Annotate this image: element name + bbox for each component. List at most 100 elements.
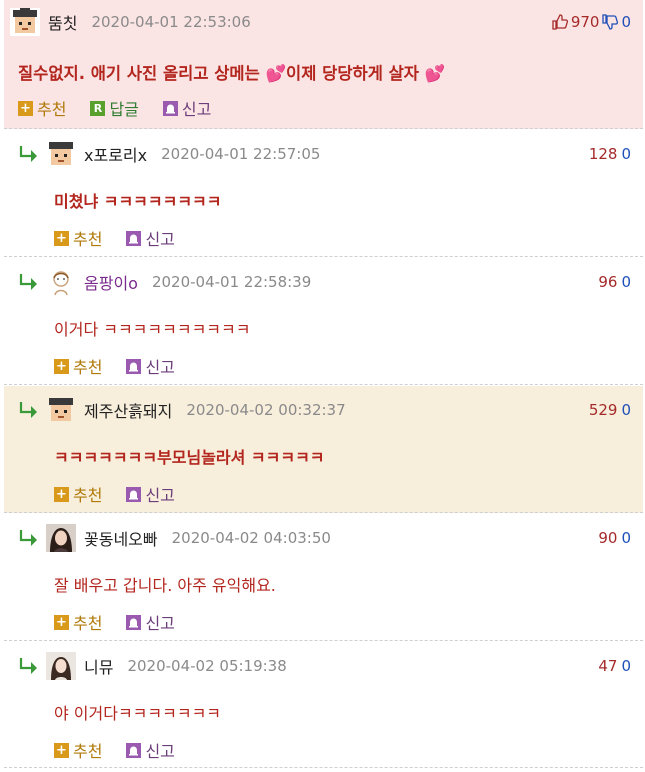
upvote-count[interactable]: 529 (589, 401, 618, 419)
reply-arrow-icon (19, 146, 37, 162)
photo-avatar-icon[interactable] (46, 652, 76, 680)
comment-item: 니뮤 2020-04-02 05:19:38 47 0 야 이거다ㅋㅋㅋㅋㅋㅋㅋ… (4, 642, 643, 768)
comment-item: 꽃동네오빠 2020-04-02 04:03:50 90 0 잘 배우고 갑니다… (4, 514, 643, 641)
recommend-label: 추천 (73, 230, 103, 249)
report-label: 신고 (145, 486, 175, 505)
reply-arrow-icon (19, 530, 37, 546)
plus-icon: + (54, 230, 69, 246)
comment-header: x포로리x 2020-04-01 22:57:05 128 0 (12, 140, 631, 168)
recommend-label: 추천 (73, 742, 103, 761)
downvote-count: 0 (621, 13, 631, 31)
report-button[interactable]: 신고 (162, 96, 212, 120)
comment-date: 2020-04-02 05:19:38 (127, 657, 287, 675)
reply-arrow-icon (19, 402, 37, 418)
comment-date: 2020-04-02 00:32:37 (186, 401, 346, 419)
reply-r-icon: R (90, 100, 106, 116)
report-button[interactable]: 신고 (126, 738, 175, 762)
plus-icon: + (18, 100, 33, 116)
plus-icon: + (54, 614, 69, 630)
comment-actions: + 추천 신고 (54, 354, 199, 378)
vote-counts: 970 0 (549, 13, 631, 31)
comment-text: 야 이거다ㅋㅋㅋㅋㅋㅋㅋ (54, 704, 222, 723)
thumbs-up-icon[interactable] (551, 13, 569, 31)
comment-actions: + 추천 신고 (54, 738, 199, 762)
reply-arrow-icon (19, 274, 37, 290)
comment-nickname[interactable]: 제주산흙돼지 (84, 398, 172, 422)
comment-header: 꽃동네오빠 2020-04-02 04:03:50 90 0 (12, 524, 631, 552)
comment-header: 제주산흙돼지 2020-04-02 00:32:37 529 0 (12, 396, 631, 424)
siren-icon (126, 358, 142, 374)
siren-icon (126, 230, 142, 246)
report-button[interactable]: 신고 (126, 610, 175, 634)
siren-icon (126, 614, 142, 630)
comment-nickname[interactable]: 뚬칫 (48, 10, 77, 34)
vote-counts: 529 0 (589, 401, 631, 419)
plus-icon: + (54, 742, 69, 758)
comment-actions: + 추천 신고 (54, 610, 199, 634)
comment-date: 2020-04-01 22:58:39 (151, 273, 312, 291)
comment-nickname[interactable]: 니뮤 (84, 654, 113, 678)
siren-icon (162, 100, 178, 116)
comment-date: 2020-04-01 22:57:05 (161, 145, 321, 163)
recommend-button[interactable]: + 추천 (54, 738, 102, 762)
vote-counts: 90 0 (598, 529, 631, 547)
photo-avatar-icon[interactable] (46, 524, 76, 552)
recommend-label: 추천 (73, 358, 103, 377)
downvote-count[interactable]: 0 (621, 273, 631, 291)
vote-counts: 96 0 (598, 273, 631, 291)
upvote-count: 970 (570, 13, 600, 31)
pixel-face-avatar-icon[interactable] (10, 8, 40, 36)
report-button[interactable]: 신고 (126, 482, 175, 506)
upvote-count[interactable]: 128 (589, 145, 618, 163)
recommend-button[interactable]: + 추천 (54, 482, 102, 506)
downvote-count[interactable]: 0 (621, 529, 631, 547)
comment-text: 미쳤냐 ㅋㅋㅋㅋㅋㅋㅋㅋ (54, 192, 222, 211)
reply-button[interactable]: R 답글 (90, 96, 139, 120)
comment-actions: + 추천 신고 (54, 482, 199, 506)
report-label: 신고 (145, 358, 175, 377)
report-label: 신고 (145, 230, 175, 249)
recommend-button[interactable]: + 추천 (18, 96, 66, 120)
comment-date: 2020-04-01 22:53:06 (91, 13, 251, 31)
comment-actions: + 추천 신고 (54, 226, 199, 250)
comment-nickname[interactable]: x포로리x (84, 142, 147, 166)
thumbs-down-icon[interactable] (601, 13, 619, 31)
vote-counts: 128 0 (589, 145, 631, 163)
comment-item: 옴팡이o 2020-04-01 22:58:39 96 0 이거다 ㅋㅋㅋㅋㅋㅋ… (4, 258, 643, 385)
comment-actions: + 추천 R 답글 신고 (18, 96, 235, 120)
downvote-count[interactable]: 0 (621, 145, 631, 163)
comment-item: 제주산흙돼지 2020-04-02 00:32:37 529 0 ㅋㅋㅋㅋㅋㅋㅋ… (4, 386, 643, 513)
comment-item: x포로리x 2020-04-01 22:57:05 128 0 미쳤냐 ㅋㅋㅋㅋ… (4, 130, 643, 257)
pixel-face-avatar-icon[interactable] (46, 140, 76, 168)
siren-icon (126, 742, 142, 758)
report-label: 신고 (145, 742, 175, 761)
comment-text: 잘 배우고 갑니다. 아주 유익해요. (54, 576, 276, 595)
sketch-girl-avatar-icon[interactable] (46, 268, 76, 296)
plus-icon: + (54, 486, 69, 502)
comment-list: 뚬칫 2020-04-01 22:53:06 970 0 질수없지. 애기 사진… (0, 0, 645, 772)
vote-counts: 47 0 (598, 657, 631, 675)
comment-nickname[interactable]: 꽃동네오빠 (84, 526, 158, 550)
upvote-count[interactable]: 47 (598, 657, 617, 675)
downvote-count[interactable]: 0 (621, 657, 631, 675)
comment-header: 니뮤 2020-04-02 05:19:38 47 0 (12, 652, 631, 680)
upvote-count[interactable]: 90 (598, 529, 617, 547)
report-button[interactable]: 신고 (126, 354, 175, 378)
pixel-face-avatar-icon[interactable] (46, 396, 76, 424)
recommend-button[interactable]: + 추천 (54, 610, 102, 634)
reply-arrow-icon (19, 658, 37, 674)
recommend-label: 추천 (37, 100, 67, 119)
report-button[interactable]: 신고 (126, 226, 175, 250)
report-label: 신고 (181, 100, 212, 119)
comment-text: 이거다 ㅋㅋㅋㅋㅋㅋㅋㅋㅋㅋ (54, 320, 251, 339)
plus-icon: + (54, 358, 69, 374)
comment-nickname[interactable]: 옴팡이o (84, 270, 138, 294)
downvote-count[interactable]: 0 (621, 401, 631, 419)
recommend-button[interactable]: + 추천 (54, 354, 102, 378)
upvote-count[interactable]: 96 (598, 273, 617, 291)
siren-icon (126, 486, 142, 502)
comment-item: 뚬칫 2020-04-01 22:53:06 970 0 질수없지. 애기 사진… (4, 0, 643, 129)
recommend-label: 추천 (73, 614, 103, 633)
recommend-button[interactable]: + 추천 (54, 226, 102, 250)
comment-date: 2020-04-02 04:03:50 (171, 529, 331, 547)
